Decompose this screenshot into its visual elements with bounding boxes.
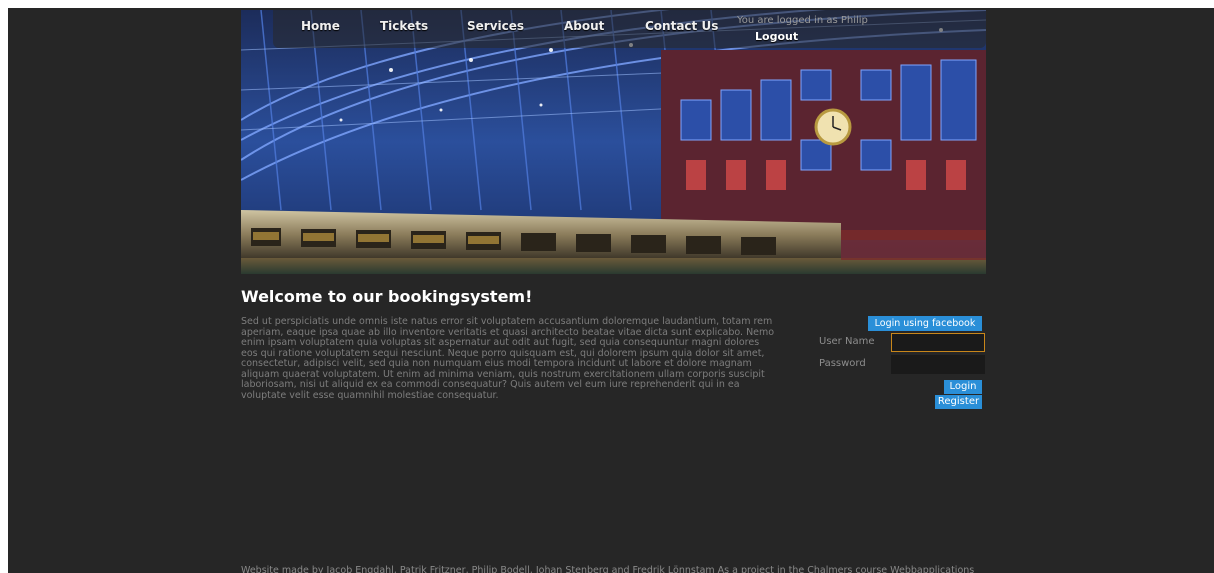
- nav-about[interactable]: About: [564, 19, 604, 33]
- login-button[interactable]: Login: [944, 380, 982, 394]
- page: Home Tickets Services About Contact Us Y…: [8, 8, 1214, 573]
- banner-image: [241, 10, 986, 274]
- page-title: Welcome to our bookingsystem!: [241, 287, 533, 306]
- nav-services[interactable]: Services: [467, 19, 524, 33]
- login-status-text: You are logged in as Philip: [737, 15, 868, 26]
- username-label: User Name: [819, 336, 875, 347]
- nav-tickets[interactable]: Tickets: [380, 19, 428, 33]
- top-nav: Home Tickets Services About Contact Us Y…: [273, 10, 986, 48]
- intro-text: Sed ut perspiciatis unde omnis iste natu…: [241, 316, 775, 401]
- logout-link[interactable]: Logout: [755, 30, 798, 43]
- facebook-login-button[interactable]: Login using facebook: [868, 316, 982, 331]
- register-button[interactable]: Register: [935, 395, 982, 409]
- train-station-illustration: [241, 10, 986, 274]
- footer-credits: Website made by Jacob Engdahl, Patrik Fr…: [241, 565, 975, 573]
- username-input[interactable]: [891, 333, 985, 352]
- password-label: Password: [819, 358, 866, 369]
- nav-contact-us[interactable]: Contact Us: [645, 19, 718, 33]
- nav-home[interactable]: Home: [301, 19, 340, 33]
- password-input[interactable]: [891, 355, 985, 374]
